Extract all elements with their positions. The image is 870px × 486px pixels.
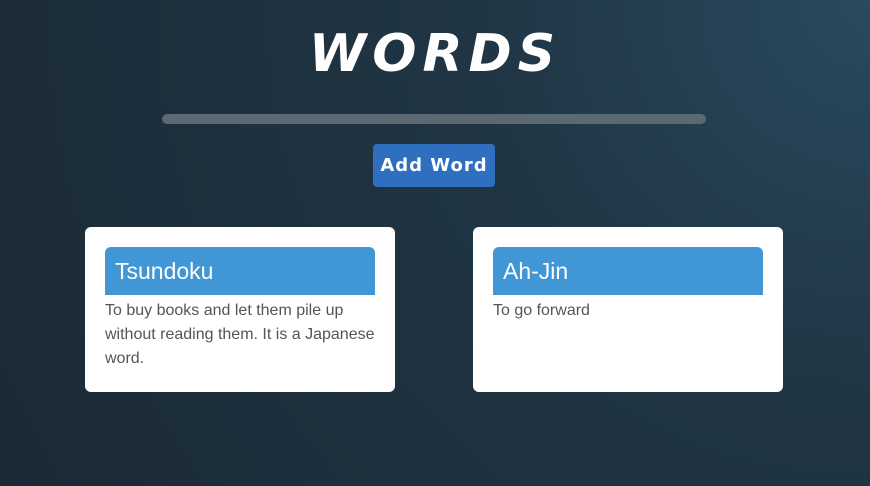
divider xyxy=(162,114,706,124)
word-card-definition: To buy books and let them pile up withou… xyxy=(105,302,375,367)
add-word-button[interactable]: Add Word xyxy=(373,144,495,187)
word-card-definition: To go forward xyxy=(493,302,590,319)
word-card-title: Tsundoku xyxy=(105,247,375,295)
word-card: Tsundoku To buy books and let them pile … xyxy=(85,227,395,392)
word-card-title: Ah-Jin xyxy=(493,247,763,295)
page-title: WORDS xyxy=(308,24,562,84)
word-card: Ah-Jin To go forward xyxy=(473,227,783,392)
